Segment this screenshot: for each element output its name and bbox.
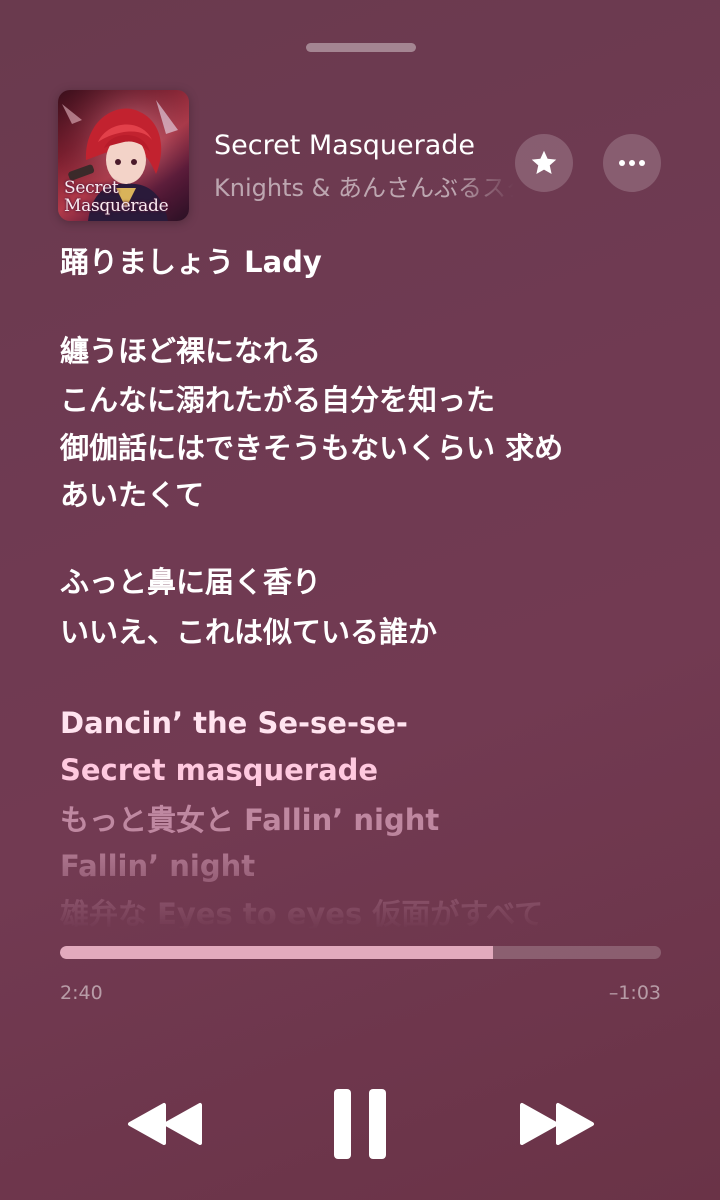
lyric-line-current[interactable]: Dancin’ the Se-se-se- — [60, 703, 408, 743]
song-title[interactable]: Secret Masquerade — [214, 130, 475, 161]
pause-button[interactable] — [320, 1084, 400, 1164]
favorite-button[interactable] — [515, 134, 573, 192]
fast-forward-button[interactable] — [512, 1094, 602, 1154]
lyric-line[interactable]: ふっと鼻に届く香り — [60, 562, 321, 602]
remaining-time: –1:03 — [608, 982, 661, 1004]
star-icon — [531, 150, 557, 174]
playback-scrubber[interactable] — [60, 946, 661, 959]
sheet-grabber[interactable] — [306, 43, 416, 52]
lyric-line[interactable]: あいたくて — [60, 475, 204, 515]
playback-controls — [0, 1080, 720, 1170]
lyric-line[interactable]: 纏うほど裸になれる — [60, 331, 321, 371]
rewind-icon — [128, 1103, 202, 1145]
more-options-button[interactable] — [603, 134, 661, 192]
lyrics-view[interactable]: 踊りましょう Lady 纏うほど裸になれる こんなに溺れたがる自分を知った 御伽… — [60, 190, 680, 930]
lyric-line[interactable]: こんなに溺れたがる自分を知った — [60, 380, 495, 420]
lyric-line[interactable]: もっと貴女と Fallin’ night — [60, 800, 439, 840]
lyric-line[interactable]: 踊りましょう Lady — [60, 242, 322, 282]
lyric-line[interactable]: 雄弁な Eyes to eyes 仮面がすべて — [60, 894, 543, 930]
lyric-line[interactable]: Fallin’ night — [60, 846, 255, 886]
lyric-line[interactable]: いいえ、これは似ている誰か — [60, 612, 437, 652]
pause-icon — [334, 1089, 386, 1159]
ellipsis-icon — [619, 160, 645, 166]
elapsed-time: 2:40 — [60, 982, 103, 1004]
rewind-button[interactable] — [120, 1094, 210, 1154]
fast-forward-icon — [520, 1103, 594, 1145]
lyric-line[interactable]: 御伽話にはできそうもないくらい 求め — [60, 428, 563, 468]
lyric-line-current[interactable]: Secret masquerade — [60, 750, 378, 790]
playback-progress-fill — [60, 946, 493, 959]
